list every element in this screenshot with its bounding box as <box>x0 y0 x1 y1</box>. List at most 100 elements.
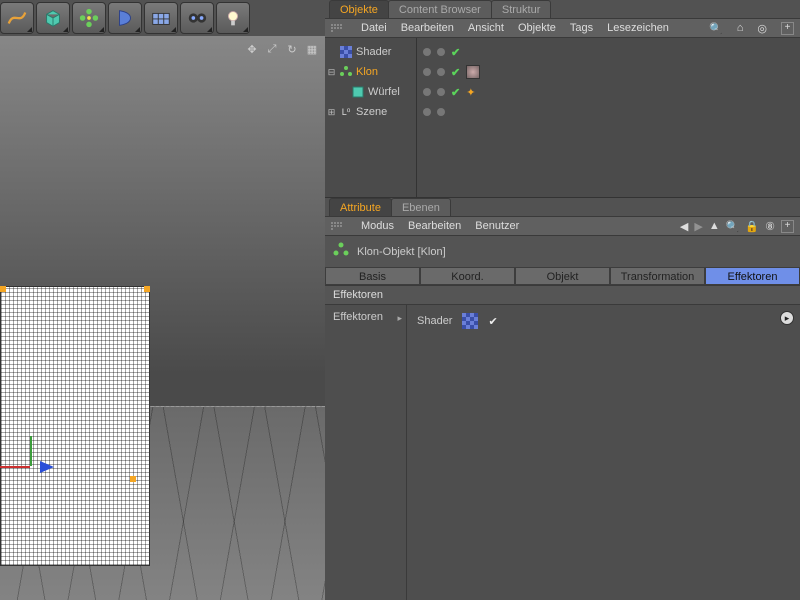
search-icon[interactable]: 🔍 <box>726 220 740 233</box>
viewport[interactable]: ✥ ⤢ ↻ ▦ <box>0 36 325 600</box>
tag-row[interactable]: ✔✦ <box>423 82 794 102</box>
cloner-icon <box>339 65 353 79</box>
effektoren-list[interactable]: ▸ Shader ✔ <box>407 305 800 600</box>
subtab-objekt[interactable]: Objekt <box>515 267 610 285</box>
menu-bearbeiten[interactable]: Bearbeiten <box>401 22 454 34</box>
menu-lesezeichen[interactable]: Lesezeichen <box>607 22 669 34</box>
cloner-icon <box>333 242 349 261</box>
check-icon[interactable]: ✔ <box>451 66 460 79</box>
objects-tabbar: Objekte Content Browser Struktur <box>325 0 800 18</box>
check-icon[interactable]: ✔ <box>488 315 497 328</box>
check-icon[interactable]: ✔ <box>451 46 460 59</box>
menu-tags[interactable]: Tags <box>570 22 593 34</box>
spline-tool-button[interactable] <box>0 2 34 34</box>
attr-field-label-col: Effektoren ▸ <box>325 305 407 600</box>
axis-y[interactable] <box>30 436 32 466</box>
tree-label: Szene <box>356 106 387 118</box>
cube-icon <box>351 85 365 99</box>
effector-label: Shader <box>417 315 452 327</box>
menu-bearbeiten[interactable]: Bearbeiten <box>408 220 461 232</box>
tag-row[interactable]: ✔ <box>423 42 794 62</box>
collapse-icon[interactable]: ⊟ <box>327 67 336 78</box>
subtab-effektoren[interactable]: Effektoren <box>705 267 800 285</box>
tag-row[interactable]: ✔ <box>423 62 794 82</box>
tab-content-browser[interactable]: Content Browser <box>388 0 492 18</box>
tree-row-shader[interactable]: Shader <box>327 42 414 62</box>
scene-icon: L⁰ <box>339 105 353 119</box>
list-options-button[interactable]: ▸ <box>780 311 794 325</box>
subtab-koord[interactable]: Koord. <box>420 267 515 285</box>
viewport-nav-icons: ✥ ⤢ ↻ ▦ <box>245 42 319 56</box>
selection-handle[interactable] <box>144 286 150 292</box>
attributes-menubar: Modus Bearbeiten Benutzer ◀ ▶ ▲ 🔍 🔒 ⑧ + <box>325 216 800 236</box>
tree-row-wuerfel[interactable]: Würfel <box>327 82 414 102</box>
menu-objekte[interactable]: Objekte <box>518 22 556 34</box>
chevron-right-icon[interactable]: ▸ <box>397 313 402 324</box>
check-icon[interactable]: ✔ <box>451 86 460 99</box>
search-icon[interactable]: 🔍 <box>709 22 723 35</box>
eye-icon[interactable]: ◎ <box>757 22 767 35</box>
viewport-move-icon[interactable]: ✥ <box>245 42 259 56</box>
expand-icon[interactable]: + <box>781 220 794 233</box>
nav-fwd-icon[interactable]: ▶ <box>694 220 702 233</box>
grip-icon[interactable] <box>331 24 343 32</box>
effector-entry-shader[interactable]: Shader ✔ <box>417 313 790 329</box>
lock-icon[interactable]: 🔒 <box>745 220 759 233</box>
attribute-body: Effektoren ▸ ▸ Shader ✔ <box>325 305 800 600</box>
home-icon[interactable]: ⌂ <box>737 22 744 34</box>
attribute-object-header: Klon-Objekt [Klon] <box>325 236 800 267</box>
environment-button[interactable] <box>144 2 178 34</box>
expand-icon[interactable]: ⊞ <box>327 107 336 118</box>
tab-struktur[interactable]: Struktur <box>491 0 552 18</box>
generator-button[interactable] <box>72 2 106 34</box>
tab-objekte[interactable]: Objekte <box>329 0 389 18</box>
tree-row-klon[interactable]: ⊟ Klon <box>327 62 414 82</box>
tree-row-szene[interactable]: ⊞ L⁰ Szene <box>327 102 414 122</box>
subtab-transformation[interactable]: Transformation <box>610 267 705 285</box>
grip-icon[interactable] <box>331 222 343 230</box>
menu-benutzer[interactable]: Benutzer <box>475 220 519 232</box>
main-toolbar <box>0 0 250 36</box>
object-tree[interactable]: Shader ⊟ Klon Würfel ⊞ L⁰ Szene <box>325 38 417 197</box>
shader-icon <box>339 45 353 59</box>
tree-label: Klon <box>356 66 378 78</box>
expand-icon[interactable]: + <box>781 22 794 35</box>
axis-x[interactable] <box>0 466 30 468</box>
viewport-grid-icon[interactable]: ▦ <box>305 42 319 56</box>
objects-menubar: Datei Bearbeiten Ansicht Objekte Tags Le… <box>325 18 800 38</box>
menu-datei[interactable]: Datei <box>361 22 387 34</box>
shader-icon <box>462 313 478 329</box>
tab-attribute[interactable]: Attribute <box>329 198 392 216</box>
nav-up-icon[interactable]: ▲ <box>709 220 720 232</box>
link-icon[interactable]: ⑧ <box>765 220 775 233</box>
camera-button[interactable] <box>180 2 214 34</box>
selection-handle[interactable] <box>130 476 136 482</box>
tab-ebenen[interactable]: Ebenen <box>391 198 451 216</box>
mograph-tag-icon[interactable]: ✦ <box>466 86 475 99</box>
selection-handle[interactable] <box>0 286 6 292</box>
tag-row[interactable] <box>423 102 794 122</box>
field-label-effektoren: Effektoren <box>333 311 383 323</box>
object-manager: Shader ⊟ Klon Würfel ⊞ L⁰ Szene ✔ ✔ ✔✦ <box>325 38 800 198</box>
deformer-button[interactable] <box>108 2 142 34</box>
primitive-cube-button[interactable] <box>36 2 70 34</box>
section-header-effektoren: Effektoren <box>325 285 800 305</box>
light-button[interactable] <box>216 2 250 34</box>
attribute-subtabs: Basis Koord. Objekt Transformation Effek… <box>325 267 800 285</box>
viewport-cube-object[interactable] <box>0 286 150 566</box>
right-panels: Objekte Content Browser Struktur Datei B… <box>325 0 800 600</box>
tree-label: Shader <box>356 46 391 58</box>
viewport-zoom-icon[interactable]: ↻ <box>285 42 299 56</box>
menu-modus[interactable]: Modus <box>361 220 394 232</box>
object-tags-column: ✔ ✔ ✔✦ <box>417 38 800 197</box>
subtab-basis[interactable]: Basis <box>325 267 420 285</box>
object-title: Klon-Objekt [Klon] <box>357 246 446 258</box>
attr-nav-icons: ◀ ▶ ▲ 🔍 🔒 ⑧ + <box>680 220 794 233</box>
texture-tag-icon[interactable] <box>466 65 480 79</box>
tree-label: Würfel <box>368 86 400 98</box>
axis-z[interactable] <box>40 461 54 473</box>
attributes-tabbar: Attribute Ebenen <box>325 198 800 216</box>
nav-back-icon[interactable]: ◀ <box>680 220 688 233</box>
viewport-home-icon[interactable]: ⤢ <box>265 42 279 56</box>
menu-ansicht[interactable]: Ansicht <box>468 22 504 34</box>
